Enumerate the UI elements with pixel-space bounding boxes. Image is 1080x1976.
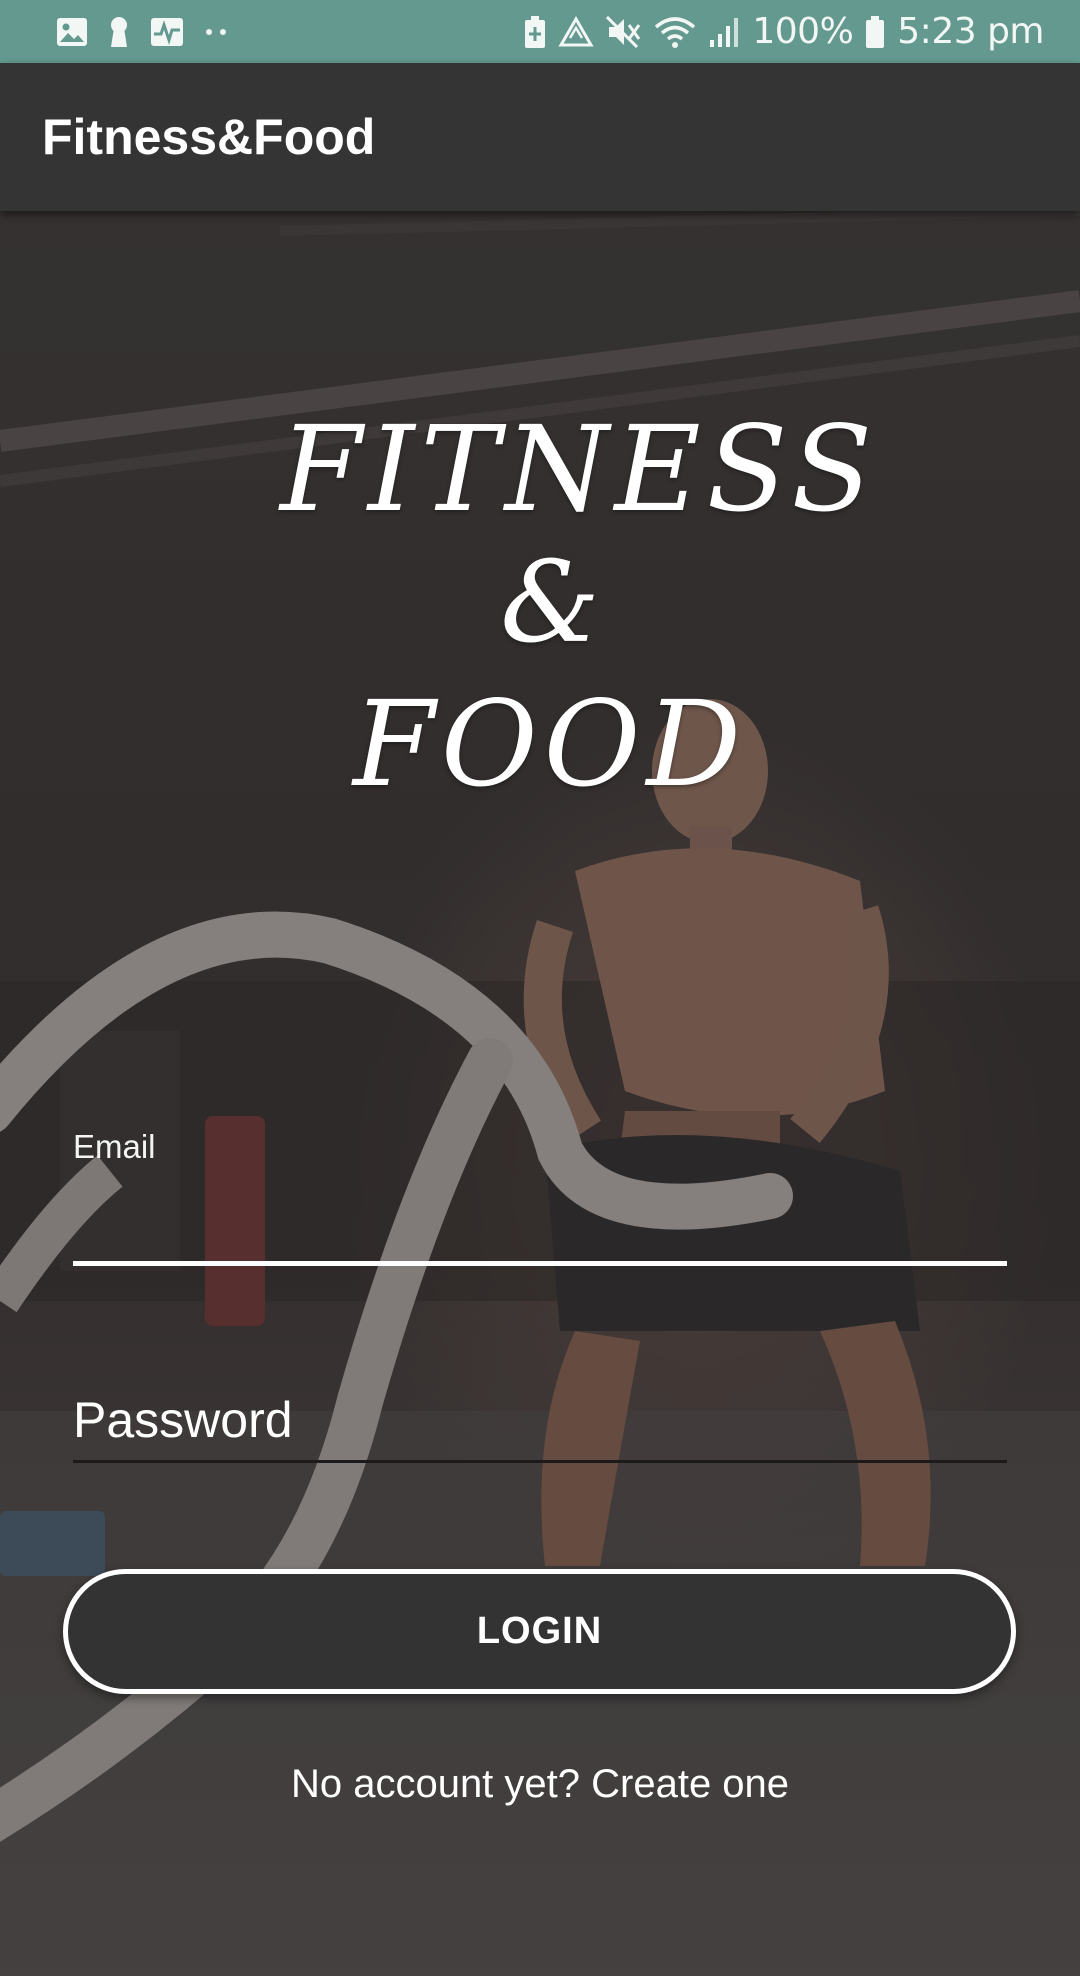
email-field[interactable] [73, 1180, 1007, 1260]
wifi-icon [654, 15, 696, 49]
status-time: 5:23 pm [897, 11, 1044, 52]
activity-icon [150, 17, 184, 47]
status-right: 100% 5:23 pm [512, 11, 1044, 52]
login-button-label: LOGIN [476, 1610, 603, 1652]
status-bar: 100% 5:23 pm [0, 0, 1080, 63]
login-button[interactable]: LOGIN [63, 1569, 1016, 1694]
mute-icon [606, 15, 642, 48]
image-icon [56, 17, 88, 47]
logo-line-ampersand: & [500, 538, 600, 668]
recycle-icon [558, 15, 594, 48]
password-field[interactable] [73, 1388, 1007, 1452]
keyhole-icon [108, 16, 130, 48]
more-dots-icon [204, 27, 228, 37]
battery-icon [865, 15, 885, 49]
password-underline [73, 1460, 1007, 1463]
logo-line-food: FOOD [353, 675, 747, 813]
logo-line-fitness: FITNESS [280, 400, 879, 538]
fitness-food-logo: FITNESS & FOOD [280, 400, 879, 820]
status-left [56, 16, 248, 48]
email-label: Email [73, 1128, 156, 1165]
app-title: Fitness&Food [42, 109, 376, 165]
email-underline [73, 1261, 1007, 1266]
battery-percent: 100% [752, 11, 854, 52]
signal-icon [708, 16, 740, 48]
create-account-link[interactable]: No account yet? Create one [0, 1762, 1080, 1807]
battery-saver-icon [524, 15, 546, 49]
app-bar: Fitness&Food [0, 63, 1080, 211]
